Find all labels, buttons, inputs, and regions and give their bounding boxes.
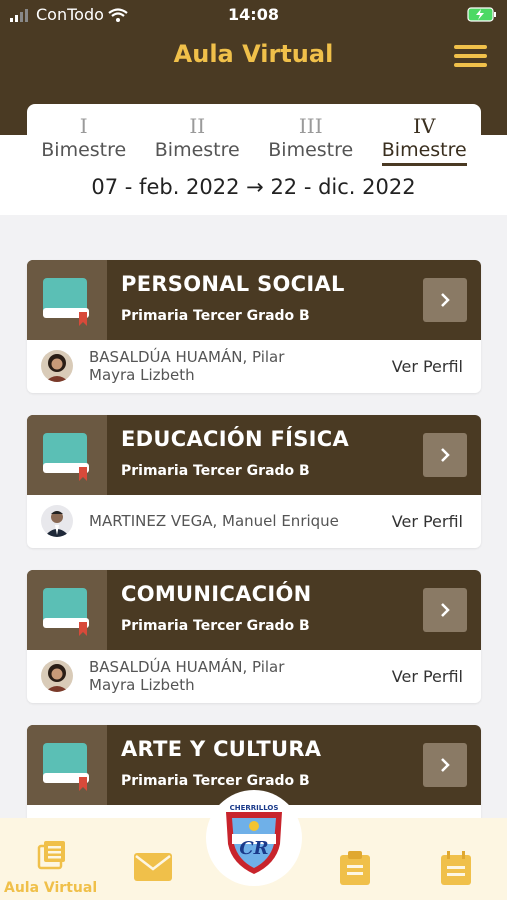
school-logo[interactable]: CR CHERRILLOS (206, 790, 302, 886)
course-book-box (27, 415, 107, 495)
course-book-box (27, 260, 107, 340)
ver-perfil-link[interactable]: Ver Perfil (392, 667, 463, 686)
tab-calendar[interactable] (440, 850, 472, 890)
tab-label: Bimestre (381, 138, 467, 166)
ver-perfil-link[interactable]: Ver Perfil (392, 512, 463, 531)
teacher-avatar (41, 505, 73, 537)
course-card: EDUCACIÓN FÍSICA Primaria Tercer Grado B… (27, 415, 481, 548)
tab-bimestre-4[interactable]: IV Bimestre (368, 104, 482, 170)
open-course-button[interactable] (423, 743, 467, 787)
book-icon (43, 433, 89, 481)
course-header[interactable]: EDUCACIÓN FÍSICA Primaria Tercer Grado B (27, 415, 481, 495)
open-course-button[interactable] (423, 588, 467, 632)
course-grade: Primaria Tercer Grado B (121, 773, 310, 789)
tab-roman: I (79, 114, 88, 138)
tab-aula-virtual-label[interactable]: Aula Virtual (4, 880, 97, 896)
tab-label: Bimestre (268, 139, 354, 161)
page-title: Aula Virtual (173, 40, 334, 68)
tab-roman: II (189, 114, 206, 138)
ver-perfil-link[interactable]: Ver Perfil (392, 357, 463, 376)
mail-icon (134, 853, 172, 881)
notebook-icon (37, 841, 65, 870)
teacher-avatar (41, 350, 73, 382)
book-icon (43, 743, 89, 791)
tab-bimestre-1[interactable]: I Bimestre (27, 104, 141, 170)
chevron-right-icon (441, 293, 450, 307)
teacher-name: BASALDÚA HUAMÁN, Pilar Mayra Lizbeth (89, 658, 285, 694)
tab-roman: III (298, 114, 323, 138)
teacher-row: MARTINEZ VEGA, Manuel Enrique Ver Perfil (27, 495, 481, 548)
svg-text:CR: CR (239, 838, 268, 859)
tab-roman: IV (413, 114, 436, 138)
tab-aula-virtual[interactable] (36, 838, 68, 874)
bimestre-tabs: I Bimestre II Bimestre III Bimestre IV B… (27, 104, 481, 170)
chevron-right-icon (441, 758, 450, 772)
calendar-icon (441, 851, 471, 885)
course-book-box (27, 725, 107, 805)
teacher-row: BASALDÚA HUAMÁN, Pilar Mayra Lizbeth Ver… (27, 650, 481, 703)
clock: 14:08 (228, 5, 279, 24)
book-icon (43, 278, 89, 326)
tab-label: Bimestre (154, 139, 240, 161)
hamburger-menu-icon[interactable] (454, 45, 487, 67)
course-grade: Primaria Tercer Grado B (121, 463, 310, 479)
course-card: PERSONAL SOCIAL Primaria Tercer Grado B … (27, 260, 481, 393)
date-range: 07 - feb. 2022 → 22 - dic. 2022 (91, 175, 416, 199)
course-name: PERSONAL SOCIAL (121, 272, 345, 296)
course-name: EDUCACIÓN FÍSICA (121, 427, 350, 451)
tab-label: Bimestre (41, 139, 127, 161)
course-name: COMUNICACIÓN (121, 582, 312, 606)
course-card: COMUNICACIÓN Primaria Tercer Grado B BAS… (27, 570, 481, 703)
teacher-avatar (41, 660, 73, 692)
course-grade: Primaria Tercer Grado B (121, 308, 310, 324)
course-grade: Primaria Tercer Grado B (121, 618, 310, 634)
course-name: ARTE Y CULTURA (121, 737, 322, 761)
battery-charging-icon (467, 7, 496, 22)
course-header[interactable]: PERSONAL SOCIAL Primaria Tercer Grado B (27, 260, 481, 340)
status-bar: ConTodo 14:08 (0, 5, 507, 27)
tab-tasks[interactable] (338, 850, 372, 890)
chevron-right-icon (441, 603, 450, 617)
teacher-name: BASALDÚA HUAMÁN, Pilar Mayra Lizbeth (89, 348, 285, 384)
open-course-button[interactable] (423, 278, 467, 322)
chevron-right-icon (441, 448, 450, 462)
book-icon (43, 588, 89, 636)
tab-messages[interactable] (133, 852, 173, 886)
svg-text:CHERRILLOS: CHERRILLOS (230, 804, 279, 812)
course-header[interactable]: COMUNICACIÓN Primaria Tercer Grado B (27, 570, 481, 650)
clipboard-icon (340, 851, 370, 885)
teacher-name: MARTINEZ VEGA, Manuel Enrique (89, 512, 339, 530)
tab-bimestre-3[interactable]: III Bimestre (254, 104, 368, 170)
school-crest-icon: CR CHERRILLOS (226, 804, 282, 874)
course-book-box (27, 570, 107, 650)
teacher-row: BASALDÚA HUAMÁN, Pilar Mayra Lizbeth Ver… (27, 340, 481, 393)
tab-bimestre-2[interactable]: II Bimestre (141, 104, 255, 170)
open-course-button[interactable] (423, 433, 467, 477)
